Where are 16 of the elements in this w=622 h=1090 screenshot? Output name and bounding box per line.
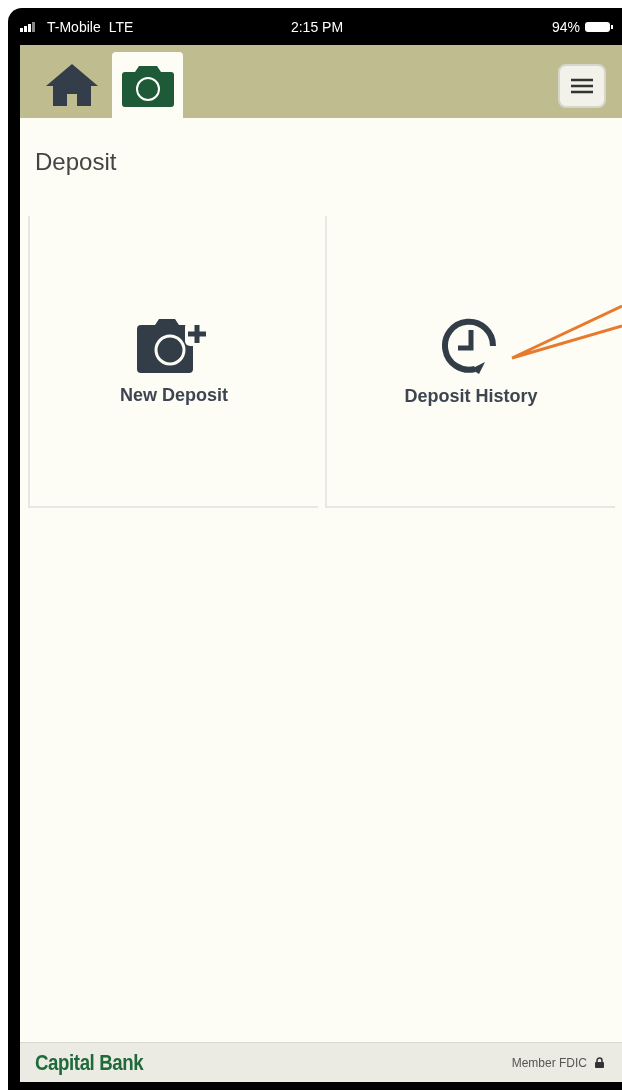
home-icon [44,62,100,108]
menu-button[interactable] [558,64,606,108]
lock-icon [595,1057,604,1068]
battery-percent: 94% [551,18,580,35]
camera-tab[interactable] [112,52,183,118]
carrier-label: T-Mobile [47,18,101,35]
signal-icon [20,21,36,32]
page-title: Deposit [35,148,118,177]
menu-icon [571,78,593,94]
member-fdic-label: Member FDIC [511,1055,587,1070]
deposit-tile[interactable]: New Deposit [28,216,318,508]
battery-icon [584,20,614,33]
network-label: LTE [108,18,134,35]
clock-time: 2:15 PM [290,18,344,35]
brand-logo: Capital Bank [35,1049,144,1076]
deposit-tile[interactable]: Deposit History [325,216,615,508]
